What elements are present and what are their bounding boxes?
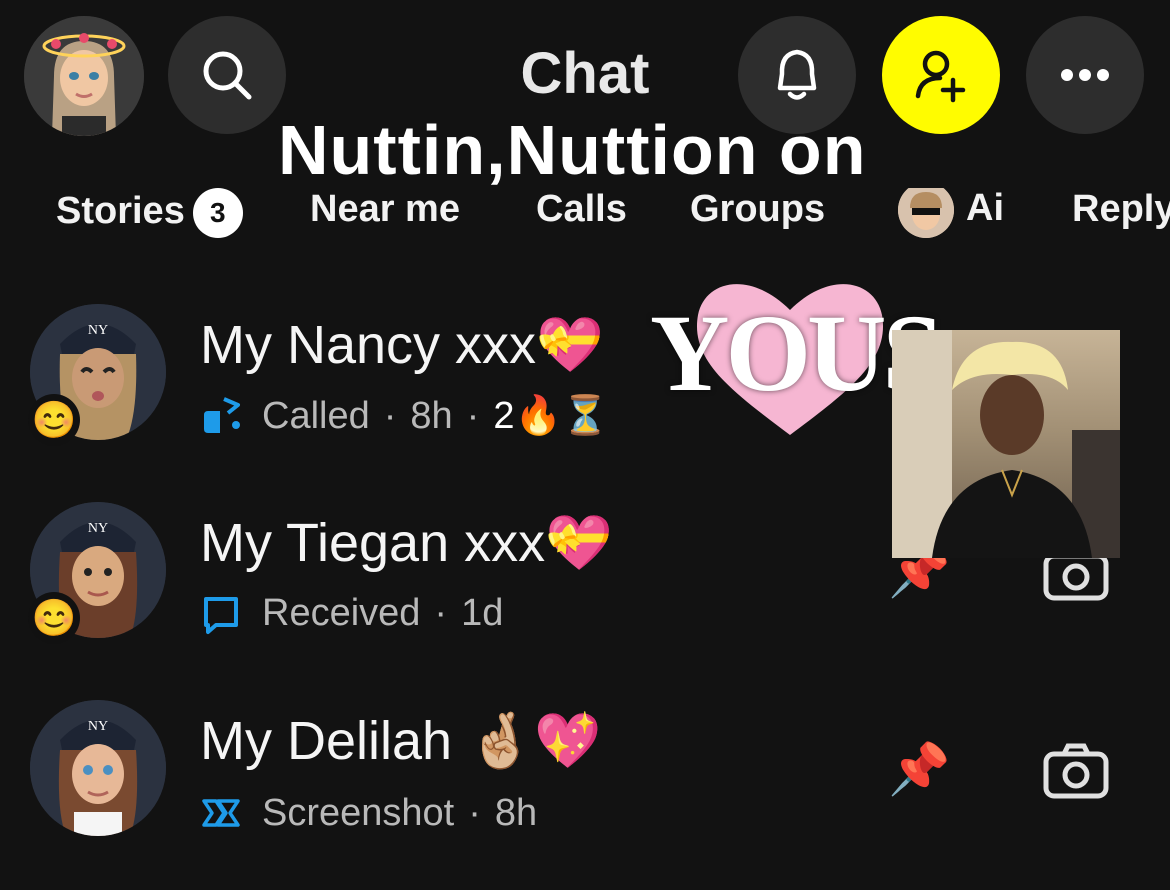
friend-name: My Nancy xxx💝 bbox=[200, 315, 604, 375]
video-overlay bbox=[892, 330, 1120, 558]
chat-status: Screenshot · 8h bbox=[200, 792, 537, 835]
search-icon bbox=[203, 51, 252, 100]
add-friend-icon bbox=[915, 50, 966, 103]
filter-tabs: Stories 3 Near me Calls Groups Ai Reply bbox=[0, 188, 1170, 248]
tab-stories[interactable]: Stories 3 bbox=[56, 188, 243, 238]
stories-count-badge: 3 bbox=[192, 188, 243, 238]
ai-avatar-icon bbox=[898, 188, 954, 238]
tab-reply[interactable]: Reply bbox=[1072, 188, 1170, 231]
tab-calls[interactable]: Calls bbox=[536, 188, 627, 231]
friend-name: My Tiegan xxx💝 bbox=[200, 513, 613, 573]
call-icon bbox=[204, 397, 240, 433]
chat-bubble-icon bbox=[204, 596, 238, 634]
tab-near-me[interactable]: Near me bbox=[310, 188, 460, 231]
more-button[interactable] bbox=[1026, 16, 1144, 134]
friend-name: My Delilah 🤞🏼💖 bbox=[200, 711, 602, 771]
svg-text:NY: NY bbox=[88, 719, 108, 734]
camera-icon[interactable] bbox=[1042, 742, 1110, 800]
friend-emoji: 😊 bbox=[28, 394, 80, 446]
friend-emoji: 😊 bbox=[28, 592, 80, 644]
caption-overlay: Nuttin,Nuttion on bbox=[278, 111, 867, 189]
svg-text:NY: NY bbox=[88, 521, 108, 536]
streak-count: 2 bbox=[493, 394, 515, 437]
streak-emojis: 🔥⏳ bbox=[514, 395, 610, 437]
tab-ai[interactable]: Ai bbox=[898, 188, 1004, 238]
more-icon bbox=[1061, 69, 1109, 81]
chat-row[interactable]: NY My Delilah 🤞🏼💖 Screenshot · 8h 📌 bbox=[0, 696, 1170, 886]
chat-status: Called · 8h · 2 🔥⏳ bbox=[200, 394, 609, 438]
tab-groups[interactable]: Groups bbox=[690, 188, 825, 231]
svg-text:NY: NY bbox=[88, 323, 108, 338]
pin-icon: 📌 bbox=[888, 741, 951, 797]
chat-status: Received · 1d bbox=[200, 592, 503, 635]
profile-avatar[interactable] bbox=[24, 16, 144, 136]
bell-icon bbox=[777, 49, 817, 100]
add-friend-button[interactable] bbox=[882, 16, 1000, 134]
page-title: Chat bbox=[520, 41, 650, 106]
search-button[interactable] bbox=[168, 16, 286, 134]
screenshot-icon bbox=[202, 798, 240, 827]
friend-avatar: NY bbox=[30, 700, 166, 836]
